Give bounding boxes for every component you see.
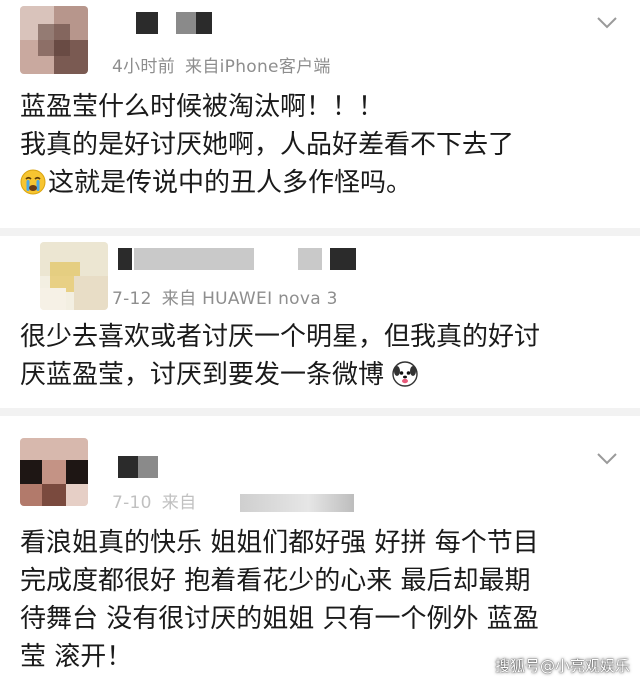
- chevron-down-icon[interactable]: [596, 452, 618, 466]
- comment-line-3: 这就是传说中的丑人多作怪吗。: [20, 164, 514, 202]
- post-time: 4小时前: [112, 57, 176, 77]
- comment-card-1: 4小时前 来自iPhone客户端 蓝盈莹什么时候被淘汰啊！！！ 我真的是好讨厌她啊…: [0, 0, 640, 228]
- post-meta: 7-12 来自 HUAWEI nova 3: [112, 284, 338, 309]
- username-redacted[interactable]: [136, 12, 216, 34]
- comment-text: 蓝盈莹什么时候被淘汰啊！！！ 我真的是好讨厌她啊，人品好差看不下去了 这就是传说…: [20, 88, 514, 202]
- crying-face-icon: [20, 169, 46, 195]
- avatar[interactable]: [20, 6, 88, 74]
- comment-line: 蓝盈莹什么时候被淘汰啊！！！: [20, 92, 385, 122]
- avatar[interactable]: [20, 438, 88, 506]
- username-redacted[interactable]: [118, 248, 358, 270]
- comment-text: 很少去喜欢或者讨厌一个明星，但我真的好讨 厌蓝盈莹，讨厌到要发一条微博: [20, 318, 540, 394]
- dog-face-icon: [392, 361, 418, 387]
- post-source: 来自iPhone客户端: [185, 57, 331, 77]
- post-source: 来自: [161, 493, 197, 513]
- post-meta: 4小时前 来自iPhone客户端: [112, 52, 331, 77]
- comment-line: 我真的是好讨厌她啊，人品好差看不下去了: [20, 130, 515, 160]
- comment-line-text: 厌蓝盈莹，讨厌到要发一条微博: [20, 360, 385, 390]
- comment-line-2: 厌蓝盈莹，讨厌到要发一条微博: [20, 356, 540, 394]
- post-source: 来自 HUAWEI nova 3: [161, 289, 338, 309]
- post-time: 7-12: [112, 289, 152, 309]
- comment-line: 莹 滚开！: [20, 642, 133, 672]
- comment-card-3: 7-10 来自 看浪姐真的快乐 姐姐们都好强 好拼 每个节目 完成度都很好 抱着看…: [0, 416, 640, 688]
- post-meta: 7-10 来自: [112, 488, 196, 513]
- redacted-source: [240, 494, 354, 512]
- comment-text: 看浪姐真的快乐 姐姐们都好强 好拼 每个节目 完成度都很好 抱着看花少的心来 最…: [20, 524, 539, 676]
- separator: [0, 228, 640, 236]
- comment-line: 看浪姐真的快乐 姐姐们都好强 好拼 每个节目: [20, 528, 539, 558]
- separator: [0, 408, 640, 416]
- comment-line: 待舞台 没有很讨厌的姐姐 只有一个例外 蓝盈: [20, 604, 539, 634]
- username-redacted-2: [330, 248, 360, 270]
- avatar[interactable]: [40, 242, 108, 310]
- comment-card-2: 7-12 来自 HUAWEI nova 3 很少去喜欢或者讨厌一个明星，但我真的好…: [0, 236, 640, 408]
- comment-line: 完成度都很好 抱着看花少的心来 最后却最期: [20, 566, 531, 596]
- watermark: 搜狐号@小亮观娱乐: [494, 657, 630, 675]
- username-redacted[interactable]: [118, 456, 162, 478]
- comment-line: 很少去喜欢或者讨厌一个明星，但我真的好讨: [20, 322, 541, 352]
- comment-line-text: 这就是传说中的丑人多作怪吗。: [48, 168, 413, 198]
- post-time: 7-10: [112, 493, 152, 513]
- chevron-down-icon[interactable]: [596, 16, 618, 30]
